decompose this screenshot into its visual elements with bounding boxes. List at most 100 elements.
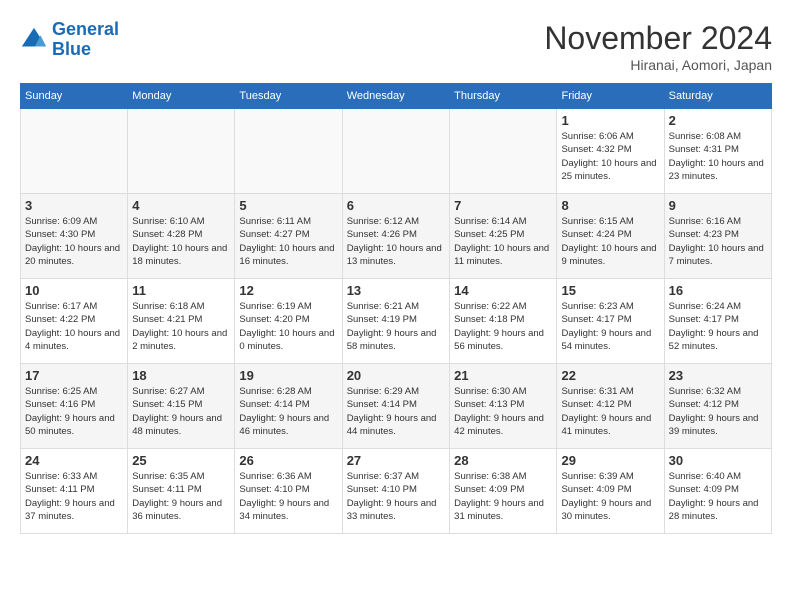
calendar-cell — [128, 109, 235, 194]
calendar-cell: 9 Sunrise: 6:16 AM Sunset: 4:23 PM Daylig… — [664, 194, 771, 279]
day-number: 7 — [454, 198, 552, 213]
day-number: 6 — [347, 198, 445, 213]
day-info: Sunrise: 6:38 AM Sunset: 4:09 PM Dayligh… — [454, 470, 552, 523]
day-number: 23 — [669, 368, 767, 383]
week-row-4: 24 Sunrise: 6:33 AM Sunset: 4:11 PM Dayli… — [21, 449, 772, 534]
day-info: Sunrise: 6:16 AM Sunset: 4:23 PM Dayligh… — [669, 215, 767, 268]
day-info: Sunrise: 6:06 AM Sunset: 4:32 PM Dayligh… — [561, 130, 659, 183]
week-row-3: 17 Sunrise: 6:25 AM Sunset: 4:16 PM Dayli… — [21, 364, 772, 449]
day-number: 26 — [239, 453, 337, 468]
calendar-cell: 17 Sunrise: 6:25 AM Sunset: 4:16 PM Dayli… — [21, 364, 128, 449]
day-number: 3 — [25, 198, 123, 213]
day-number: 5 — [239, 198, 337, 213]
calendar-cell: 7Sunrise: 6:14 AM Sunset: 4:25 PM Daylig… — [450, 194, 557, 279]
calendar-cell: 6 Sunrise: 6:12 AM Sunset: 4:26 PM Daylig… — [342, 194, 449, 279]
calendar-cell: 19 Sunrise: 6:28 AM Sunset: 4:14 PM Dayli… — [235, 364, 342, 449]
calendar-header: SundayMondayTuesdayWednesdayThursdayFrid… — [21, 84, 772, 109]
day-number: 19 — [239, 368, 337, 383]
day-info: Sunrise: 6:33 AM Sunset: 4:11 PM Dayligh… — [25, 470, 123, 523]
day-number: 9 — [669, 198, 767, 213]
page-header: General Blue November 2024 Hiranai, Aomo… — [20, 20, 772, 73]
day-number: 12 — [239, 283, 337, 298]
calendar-cell: 11Sunrise: 6:18 AM Sunset: 4:21 PM Dayli… — [128, 279, 235, 364]
day-info: Sunrise: 6:09 AM Sunset: 4:30 PM Dayligh… — [25, 215, 123, 268]
day-info: Sunrise: 6:10 AM Sunset: 4:28 PM Dayligh… — [132, 215, 230, 268]
day-number: 16 — [669, 283, 767, 298]
day-info: Sunrise: 6:36 AM Sunset: 4:10 PM Dayligh… — [239, 470, 337, 523]
week-row-2: 10Sunrise: 6:17 AM Sunset: 4:22 PM Dayli… — [21, 279, 772, 364]
week-row-1: 3 Sunrise: 6:09 AM Sunset: 4:30 PM Daylig… — [21, 194, 772, 279]
day-info: Sunrise: 6:30 AM Sunset: 4:13 PM Dayligh… — [454, 385, 552, 438]
calendar-cell: 8 Sunrise: 6:15 AM Sunset: 4:24 PM Daylig… — [557, 194, 664, 279]
location: Hiranai, Aomori, Japan — [544, 57, 772, 73]
day-info: Sunrise: 6:37 AM Sunset: 4:10 PM Dayligh… — [347, 470, 445, 523]
calendar-cell: 20 Sunrise: 6:29 AM Sunset: 4:14 PM Dayli… — [342, 364, 449, 449]
calendar-cell: 24 Sunrise: 6:33 AM Sunset: 4:11 PM Dayli… — [21, 449, 128, 534]
calendar-body: 1 Sunrise: 6:06 AM Sunset: 4:32 PM Daylig… — [21, 109, 772, 534]
calendar-cell: 10Sunrise: 6:17 AM Sunset: 4:22 PM Dayli… — [21, 279, 128, 364]
calendar-cell — [21, 109, 128, 194]
weekday-header-saturday: Saturday — [664, 84, 771, 109]
day-number: 29 — [561, 453, 659, 468]
day-number: 15 — [561, 283, 659, 298]
calendar-cell: 21 Sunrise: 6:30 AM Sunset: 4:13 PM Dayli… — [450, 364, 557, 449]
day-number: 27 — [347, 453, 445, 468]
day-info: Sunrise: 6:12 AM Sunset: 4:26 PM Dayligh… — [347, 215, 445, 268]
calendar-cell: 14 Sunrise: 6:22 AM Sunset: 4:18 PM Dayli… — [450, 279, 557, 364]
calendar-cell: 1 Sunrise: 6:06 AM Sunset: 4:32 PM Daylig… — [557, 109, 664, 194]
day-info: Sunrise: 6:27 AM Sunset: 4:15 PM Dayligh… — [132, 385, 230, 438]
day-info: Sunrise: 6:19 AM Sunset: 4:20 PM Dayligh… — [239, 300, 337, 353]
week-row-0: 1 Sunrise: 6:06 AM Sunset: 4:32 PM Daylig… — [21, 109, 772, 194]
calendar-cell: 13Sunrise: 6:21 AM Sunset: 4:19 PM Dayli… — [342, 279, 449, 364]
day-number: 4 — [132, 198, 230, 213]
day-number: 13 — [347, 283, 445, 298]
day-info: Sunrise: 6:31 AM Sunset: 4:12 PM Dayligh… — [561, 385, 659, 438]
calendar-cell — [342, 109, 449, 194]
day-info: Sunrise: 6:23 AM Sunset: 4:17 PM Dayligh… — [561, 300, 659, 353]
calendar-cell: 26 Sunrise: 6:36 AM Sunset: 4:10 PM Dayli… — [235, 449, 342, 534]
day-number: 11 — [132, 283, 230, 298]
weekday-header-sunday: Sunday — [21, 84, 128, 109]
day-number: 2 — [669, 113, 767, 128]
calendar-cell: 25 Sunrise: 6:35 AM Sunset: 4:11 PM Dayli… — [128, 449, 235, 534]
title-block: November 2024 Hiranai, Aomori, Japan — [544, 20, 772, 73]
day-number: 14 — [454, 283, 552, 298]
day-number: 24 — [25, 453, 123, 468]
day-info: Sunrise: 6:11 AM Sunset: 4:27 PM Dayligh… — [239, 215, 337, 268]
calendar-cell — [235, 109, 342, 194]
calendar-cell: 3 Sunrise: 6:09 AM Sunset: 4:30 PM Daylig… — [21, 194, 128, 279]
logo-text: General Blue — [52, 20, 119, 60]
day-info: Sunrise: 6:08 AM Sunset: 4:31 PM Dayligh… — [669, 130, 767, 183]
day-info: Sunrise: 6:29 AM Sunset: 4:14 PM Dayligh… — [347, 385, 445, 438]
day-info: Sunrise: 6:15 AM Sunset: 4:24 PM Dayligh… — [561, 215, 659, 268]
logo-line1: General — [52, 19, 119, 39]
day-info: Sunrise: 6:35 AM Sunset: 4:11 PM Dayligh… — [132, 470, 230, 523]
calendar-cell: 18 Sunrise: 6:27 AM Sunset: 4:15 PM Dayli… — [128, 364, 235, 449]
day-number: 25 — [132, 453, 230, 468]
day-number: 21 — [454, 368, 552, 383]
day-number: 10 — [25, 283, 123, 298]
logo: General Blue — [20, 20, 119, 60]
calendar-cell: 12 Sunrise: 6:19 AM Sunset: 4:20 PM Dayli… — [235, 279, 342, 364]
weekday-header-tuesday: Tuesday — [235, 84, 342, 109]
day-number: 1 — [561, 113, 659, 128]
day-number: 20 — [347, 368, 445, 383]
day-info: Sunrise: 6:32 AM Sunset: 4:12 PM Dayligh… — [669, 385, 767, 438]
day-number: 8 — [561, 198, 659, 213]
day-number: 18 — [132, 368, 230, 383]
logo-icon — [20, 26, 48, 54]
day-info: Sunrise: 6:28 AM Sunset: 4:14 PM Dayligh… — [239, 385, 337, 438]
weekday-header-friday: Friday — [557, 84, 664, 109]
calendar-cell: 15 Sunrise: 6:23 AM Sunset: 4:17 PM Dayli… — [557, 279, 664, 364]
day-info: Sunrise: 6:40 AM Sunset: 4:09 PM Dayligh… — [669, 470, 767, 523]
day-info: Sunrise: 6:25 AM Sunset: 4:16 PM Dayligh… — [25, 385, 123, 438]
day-info: Sunrise: 6:22 AM Sunset: 4:18 PM Dayligh… — [454, 300, 552, 353]
day-number: 30 — [669, 453, 767, 468]
day-number: 17 — [25, 368, 123, 383]
calendar-cell: 5 Sunrise: 6:11 AM Sunset: 4:27 PM Daylig… — [235, 194, 342, 279]
calendar-cell — [450, 109, 557, 194]
day-number: 22 — [561, 368, 659, 383]
calendar-cell: 22 Sunrise: 6:31 AM Sunset: 4:12 PM Dayli… — [557, 364, 664, 449]
weekday-header-row: SundayMondayTuesdayWednesdayThursdayFrid… — [21, 84, 772, 109]
day-info: Sunrise: 6:39 AM Sunset: 4:09 PM Dayligh… — [561, 470, 659, 523]
